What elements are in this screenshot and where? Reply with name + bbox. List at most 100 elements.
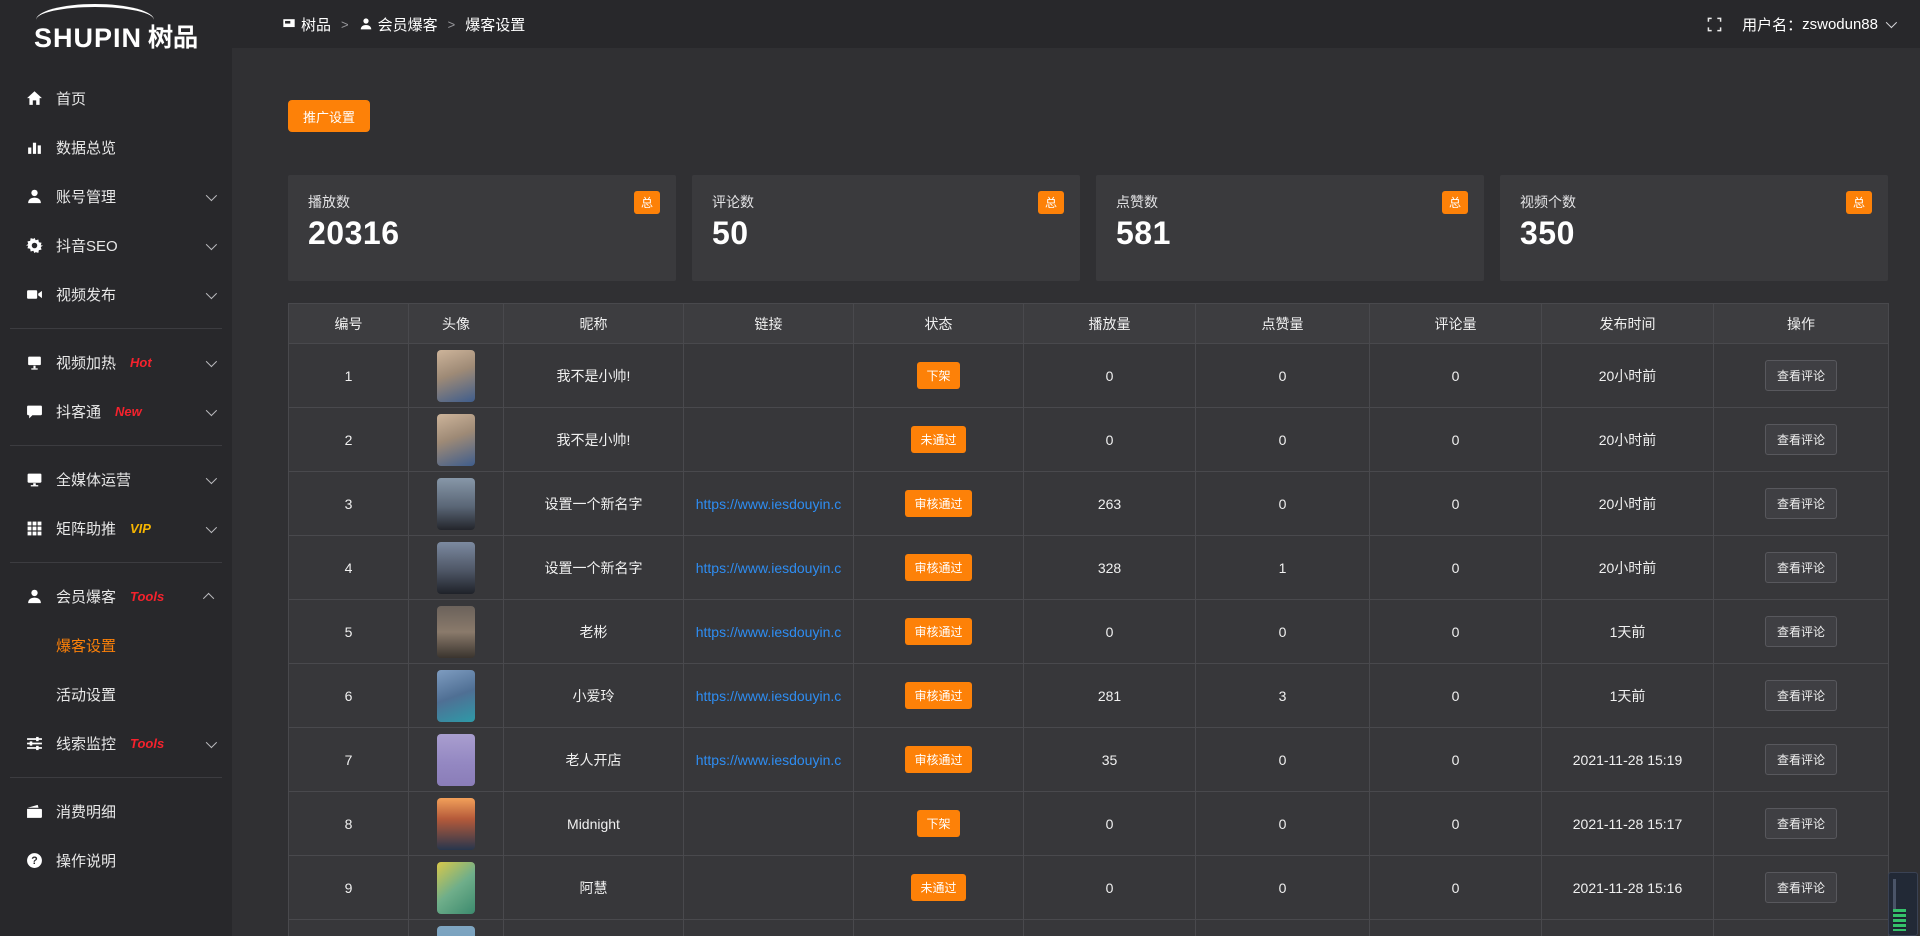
stat-value: 581 — [1116, 215, 1464, 252]
cell-link — [684, 344, 854, 408]
cell-time: 1天前 — [1542, 664, 1714, 728]
cell-action: 查看评论 — [1714, 472, 1889, 536]
view-comments-button[interactable]: 查看评论 — [1765, 552, 1837, 583]
sidebar-item-account-management[interactable]: 账号管理 — [0, 172, 232, 221]
cell-link — [684, 792, 854, 856]
sidebar-item-video-heating[interactable]: 视频加热Hot — [0, 338, 232, 387]
column-header: 发布时间 — [1542, 304, 1714, 344]
sidebar-item-activity-settings[interactable]: 活动设置 — [0, 670, 232, 719]
promote-settings-button[interactable]: 推广设置 — [288, 100, 370, 132]
question-icon: ? — [26, 852, 44, 870]
sidebar-item-all-media-operation[interactable]: 全媒体运营 — [0, 455, 232, 504]
cell-plays: 328 — [1024, 536, 1196, 600]
video-link[interactable]: https://www.iesdouyin.c — [696, 688, 842, 704]
video-link[interactable]: https://www.iesdouyin.c — [696, 560, 842, 576]
view-comments-button[interactable]: 查看评论 — [1765, 424, 1837, 455]
chevron-down-icon — [206, 355, 217, 366]
logo-text-en: SHUPIN — [34, 23, 142, 54]
cell-action: 查看评论 — [1714, 664, 1889, 728]
cell-link: https://www.iesdouyin.c — [684, 664, 854, 728]
sidebar-item-clue-monitor[interactable]: 线索监控Tools — [0, 719, 232, 768]
cell-nickname: 设置一个新名字 — [504, 472, 684, 536]
stat-label: 点赞数 — [1116, 192, 1464, 212]
sidebar-item-label: 数据总览 — [56, 137, 116, 158]
cell-avatar — [409, 600, 504, 664]
status-badge: 审核通过 — [905, 682, 971, 709]
avatar — [437, 350, 475, 402]
status-badge: 未通过 — [911, 874, 965, 901]
chevron-down-icon — [1886, 17, 1897, 28]
chevron-down-icon — [206, 472, 217, 483]
cell-comments: 0 — [1370, 408, 1542, 472]
status-badge: 下架 — [917, 362, 959, 389]
view-comments-button[interactable]: 查看评论 — [1765, 680, 1837, 711]
avatar — [437, 798, 475, 850]
column-header: 点赞量 — [1196, 304, 1370, 344]
breadcrumb-item[interactable]: 会员爆客 — [359, 14, 438, 35]
chat-icon — [26, 403, 44, 421]
username-value: zswodun88 — [1802, 16, 1878, 33]
view-comments-button[interactable]: 查看评论 — [1765, 488, 1837, 519]
svg-text:?: ? — [31, 855, 37, 867]
avatar — [437, 606, 475, 658]
view-comments-button[interactable]: 查看评论 — [1765, 872, 1837, 903]
video-link[interactable]: https://www.iesdouyin.c — [696, 624, 842, 640]
sidebar-item-douyin-seo[interactable]: 抖音SEO — [0, 221, 232, 270]
floating-widget[interactable] — [1888, 872, 1918, 936]
username-menu[interactable]: 用户名： zswodun88 — [1742, 14, 1894, 35]
cell-status — [854, 920, 1024, 936]
logo-arc — [36, 4, 154, 20]
sidebar-item-baoke-settings[interactable]: 爆客设置 — [0, 621, 232, 670]
sidebar-item-operation-guide[interactable]: ? 操作说明 — [0, 836, 232, 885]
video-link[interactable]: https://www.iesdouyin.c — [696, 496, 842, 512]
cell-plays: 0 — [1024, 600, 1196, 664]
sidebar-item-douketong[interactable]: 抖客通New — [0, 387, 232, 436]
cell-nickname: 小爱玲 — [504, 664, 684, 728]
total-badge: 总 — [1846, 191, 1872, 214]
view-comments-button[interactable]: 查看评论 — [1765, 616, 1837, 647]
chevron-down-icon — [206, 287, 217, 298]
main-content: 推广设置 播放数20316总评论数50总点赞数581总视频个数350总 编号头像… — [232, 0, 1920, 936]
cell-likes: 1 — [1196, 536, 1370, 600]
cell-action: 查看评论 — [1714, 408, 1889, 472]
sidebar-item-label: 操作说明 — [56, 850, 116, 871]
table-row — [289, 920, 1889, 936]
view-comments-button[interactable]: 查看评论 — [1765, 744, 1837, 775]
avatar — [437, 414, 475, 466]
sidebar-item-matrix-boost[interactable]: 矩阵助推VIP — [0, 504, 232, 553]
column-header: 编号 — [289, 304, 409, 344]
user-icon — [26, 188, 44, 206]
floating-widget-bar — [1893, 879, 1896, 909]
table-row: 1我不是小帅!下架00020小时前查看评论 — [289, 344, 1889, 408]
sidebar-item-badge: VIP — [130, 521, 151, 536]
sidebar-item-consumption-detail[interactable]: 消费明细 — [0, 787, 232, 836]
cell-time: 2021-11-28 15:16 — [1542, 856, 1714, 920]
sidebar-item-member-baoke[interactable]: 会员爆客Tools — [0, 572, 232, 621]
cell-comments: 0 — [1370, 728, 1542, 792]
view-comments-button[interactable]: 查看评论 — [1765, 808, 1837, 839]
cell-plays: 0 — [1024, 792, 1196, 856]
sidebar-nav: 首页数据总览账号管理抖音SEO视频发布视频加热Hot抖客通New 全媒体运营矩阵助… — [0, 62, 232, 885]
cell-status: 审核通过 — [854, 536, 1024, 600]
cell-id: 4 — [289, 536, 409, 600]
cell-comments — [1370, 920, 1542, 936]
cell-comments: 0 — [1370, 664, 1542, 728]
sidebar-item-video-publish[interactable]: 视频发布 — [0, 270, 232, 319]
cell-comments: 0 — [1370, 792, 1542, 856]
sidebar-item-data-overview[interactable]: 数据总览 — [0, 123, 232, 172]
sidebar-item-label: 视频加热 — [56, 352, 116, 373]
table-row: 8Midnight下架0002021-11-28 15:17查看评论 — [289, 792, 1889, 856]
breadcrumb-item[interactable]: 树品 — [282, 14, 331, 35]
status-badge: 审核通过 — [905, 554, 971, 581]
stat-label: 评论数 — [712, 192, 1060, 212]
video-link[interactable]: https://www.iesdouyin.c — [696, 752, 842, 768]
cell-link: https://www.iesdouyin.c — [684, 600, 854, 664]
cell-avatar — [409, 664, 504, 728]
fullscreen-icon[interactable] — [1707, 17, 1722, 32]
cell-status: 审核通过 — [854, 600, 1024, 664]
view-comments-button[interactable]: 查看评论 — [1765, 360, 1837, 391]
sidebar-item-home[interactable]: 首页 — [0, 74, 232, 123]
chevron-up-icon — [203, 592, 214, 603]
bar-chart-icon — [26, 139, 44, 157]
cell-status: 下架 — [854, 792, 1024, 856]
